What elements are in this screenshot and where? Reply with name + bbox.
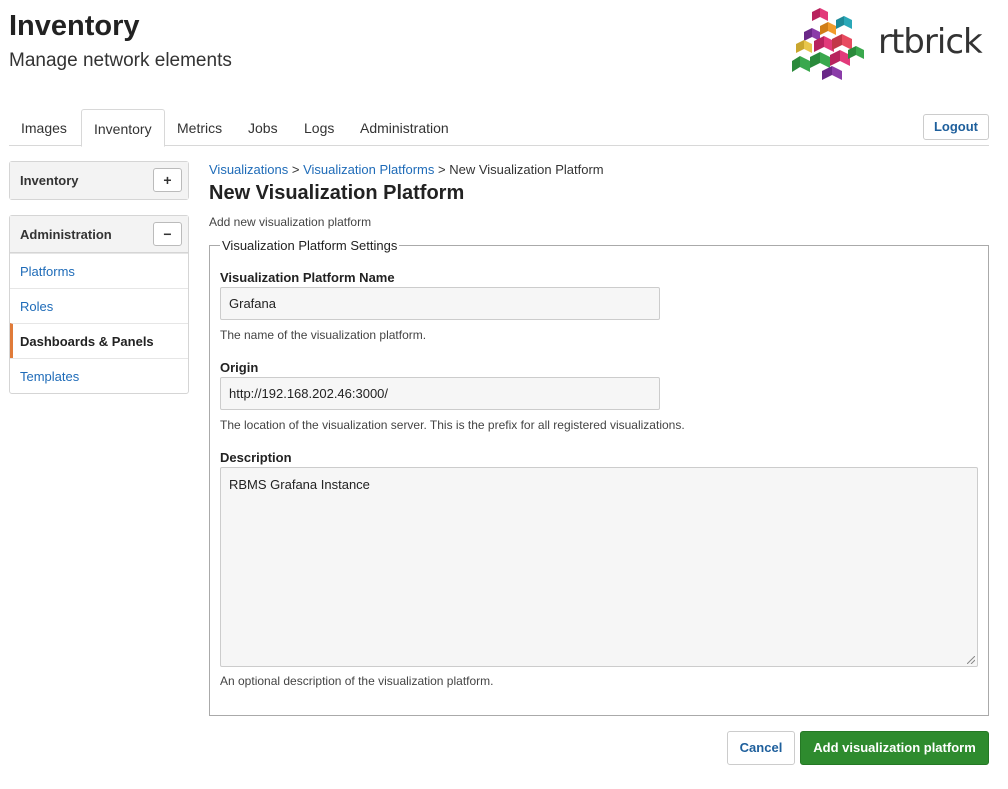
expand-inventory-button[interactable]: +	[153, 168, 182, 192]
origin-input[interactable]: http://192.168.202.46:3000/	[220, 377, 660, 410]
tab-images[interactable]: Images	[9, 109, 79, 146]
breadcrumb: Visualizations > Visualization Platforms…	[209, 162, 604, 177]
administration-panel-header: Administration −	[10, 216, 188, 253]
tab-metrics[interactable]: Metrics	[165, 109, 234, 146]
add-visualization-platform-button[interactable]: Add visualization platform	[800, 731, 989, 765]
inventory-panel-header: Inventory +	[10, 162, 188, 199]
collapse-administration-button[interactable]: −	[153, 222, 182, 246]
origin-label: Origin	[220, 360, 259, 375]
breadcrumb-separator: >	[438, 162, 446, 177]
page-subtitle: Manage network elements	[9, 50, 232, 71]
page-title: New Visualization Platform	[209, 182, 465, 204]
logout-button[interactable]: Logout	[923, 114, 989, 140]
sidebar-item-templates[interactable]: Templates	[10, 358, 188, 393]
tab-logs[interactable]: Logs	[292, 109, 346, 146]
page-description: Add new visualization platform	[209, 215, 372, 229]
page-heading: Inventory	[9, 10, 140, 42]
cancel-button[interactable]: Cancel	[727, 731, 795, 765]
name-help: The name of the visualization platform.	[220, 328, 427, 342]
tab-administration[interactable]: Administration	[348, 109, 461, 146]
administration-panel: Administration − Platforms Roles Dashboa…	[9, 215, 189, 394]
tab-inventory[interactable]: Inventory	[81, 109, 165, 147]
sidebar-item-roles[interactable]: Roles	[10, 288, 188, 323]
description-label: Description	[220, 450, 292, 465]
rtbrick-logo: rtbrick	[790, 6, 990, 82]
origin-help: The location of the visualization server…	[220, 418, 685, 432]
inventory-panel-title: Inventory	[20, 173, 79, 188]
description-help: An optional description of the visualiza…	[220, 674, 494, 688]
inventory-panel: Inventory +	[9, 161, 189, 200]
name-label: Visualization Platform Name	[220, 270, 395, 285]
breadcrumb-link-visualization-platforms[interactable]: Visualization Platforms	[303, 162, 434, 177]
sidebar-item-platforms[interactable]: Platforms	[10, 253, 188, 288]
resize-handle-icon[interactable]	[967, 656, 975, 664]
page-header: Inventory Manage network elements	[9, 8, 232, 72]
main-tabs: Images Inventory Metrics Jobs Logs Admin…	[9, 109, 989, 147]
logo-cubes-icon	[792, 8, 864, 80]
breadcrumb-link-visualizations[interactable]: Visualizations	[209, 162, 288, 177]
breadcrumb-separator: >	[291, 162, 300, 177]
fieldset-legend: Visualization Platform Settings	[220, 238, 400, 253]
tab-jobs[interactable]: Jobs	[236, 109, 290, 146]
name-input[interactable]: Grafana	[220, 287, 660, 320]
description-textarea[interactable]: RBMS Grafana Instance	[220, 467, 978, 667]
administration-panel-title: Administration	[20, 227, 112, 242]
description-value: RBMS Grafana Instance	[229, 477, 370, 492]
settings-fieldset: Visualization Platform Settings Visualiz…	[209, 238, 989, 716]
logo-text: rtbrick	[878, 22, 983, 62]
sidebar-item-dashboards-panels[interactable]: Dashboards & Panels	[10, 323, 188, 358]
breadcrumb-current: New Visualization Platform	[449, 162, 604, 177]
